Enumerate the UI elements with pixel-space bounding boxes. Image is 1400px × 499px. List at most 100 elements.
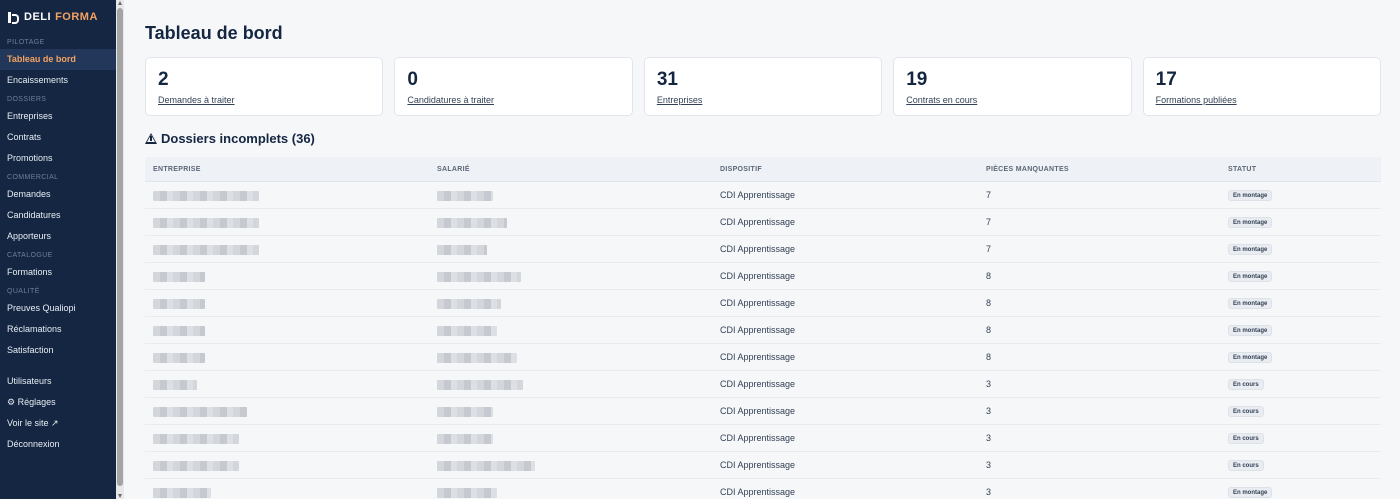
sidebar-item-demandes[interactable]: Demandes bbox=[0, 184, 116, 205]
cell-statut: En montage bbox=[1220, 344, 1381, 370]
incomplete-files-heading: Dossiers incomplets (36) bbox=[145, 131, 315, 146]
table-row[interactable]: CDI Apprentissage 7 En montage bbox=[145, 209, 1381, 236]
cell-entreprise bbox=[145, 236, 429, 262]
cell-pieces-manquantes: 3 bbox=[986, 487, 992, 497]
table-row[interactable]: CDI Apprentissage 3 En montage bbox=[145, 479, 1381, 499]
cell-entreprise bbox=[145, 452, 429, 478]
redacted-entreprise bbox=[153, 191, 259, 201]
sidebar-item-deconnexion[interactable]: Déconnexion bbox=[0, 434, 116, 455]
table-row[interactable]: CDI Apprentissage 3 En cours bbox=[145, 398, 1381, 425]
cell-dispositif: CDI Apprentissage bbox=[720, 433, 796, 443]
cell-pieces-manquantes: 3 bbox=[986, 406, 992, 416]
stat-card-demandes: 2 Demandes à traiter bbox=[145, 57, 384, 116]
scroll-down-arrow-icon[interactable] bbox=[118, 494, 122, 498]
cell-pieces-manquantes: 7 bbox=[986, 244, 992, 254]
redacted-salarie bbox=[437, 272, 521, 282]
stat-card-candidatures: 0 Candidatures à traiter bbox=[394, 57, 633, 116]
sidebar-item-reclamations[interactable]: Réclamations bbox=[0, 319, 116, 340]
scroll-up-arrow-icon[interactable] bbox=[118, 1, 122, 5]
cell-dispositif: CDI Apprentissage bbox=[720, 298, 796, 308]
sidebar: DELI FORMA PILOTAGE Tableau de bord Enca… bbox=[0, 0, 116, 499]
sidebar-item-promotions[interactable]: Promotions bbox=[0, 148, 116, 169]
status-badge: En montage bbox=[1228, 298, 1273, 310]
table-row[interactable]: CDI Apprentissage 8 En montage bbox=[145, 317, 1381, 344]
sidebar-scrollbar[interactable] bbox=[116, 0, 124, 499]
cell-salarie bbox=[429, 209, 712, 235]
col-header-entreprise: ENTREPRISE bbox=[153, 166, 201, 173]
scrollbar-thumb[interactable] bbox=[117, 8, 123, 486]
stat-link-demandes[interactable]: Demandes à traiter bbox=[158, 95, 235, 105]
incomplete-files-title: Dossiers incomplets (36) bbox=[161, 131, 315, 146]
cell-statut: En montage bbox=[1220, 182, 1381, 208]
cell-entreprise bbox=[145, 479, 429, 499]
stat-value: 2 bbox=[158, 69, 169, 90]
redacted-salarie bbox=[437, 299, 501, 309]
section-pilotage: PILOTAGE bbox=[7, 39, 45, 46]
sidebar-item-tableau-de-bord[interactable]: Tableau de bord bbox=[0, 49, 116, 70]
cell-salarie bbox=[429, 479, 712, 499]
table-row[interactable]: CDI Apprentissage 8 En montage bbox=[145, 290, 1381, 317]
cell-entreprise bbox=[145, 344, 429, 370]
redacted-entreprise bbox=[153, 218, 259, 228]
table-row[interactable]: CDI Apprentissage 8 En montage bbox=[145, 263, 1381, 290]
table-body: CDI Apprentissage 7 En montage CDI Apprenti… bbox=[145, 182, 1381, 499]
cell-salarie bbox=[429, 236, 712, 262]
table-row[interactable]: CDI Apprentissage 7 En montage bbox=[145, 236, 1381, 263]
table-row[interactable]: CDI Apprentissage 3 En cours bbox=[145, 452, 1381, 479]
section-qualite: QUALITÉ bbox=[7, 288, 40, 295]
redacted-entreprise bbox=[153, 245, 259, 255]
stat-value: 19 bbox=[906, 69, 928, 90]
table-row[interactable]: CDI Apprentissage 3 En cours bbox=[145, 425, 1381, 452]
section-commercial: COMMERCIAL bbox=[7, 174, 59, 181]
status-badge: En cours bbox=[1228, 433, 1264, 445]
stat-value: 31 bbox=[656, 69, 678, 90]
stat-link-candidatures[interactable]: Candidatures à traiter bbox=[407, 95, 494, 105]
table-row[interactable]: CDI Apprentissage 3 En cours bbox=[145, 371, 1381, 398]
sidebar-item-candidatures[interactable]: Candidatures bbox=[0, 205, 116, 226]
cell-salarie bbox=[429, 452, 712, 478]
status-badge: En montage bbox=[1228, 244, 1273, 256]
redacted-salarie bbox=[437, 191, 493, 201]
status-badge: En cours bbox=[1228, 406, 1264, 418]
cell-entreprise bbox=[145, 398, 429, 424]
sidebar-item-entreprises[interactable]: Entreprises bbox=[0, 106, 116, 127]
redacted-entreprise bbox=[153, 299, 205, 309]
cell-salarie bbox=[429, 290, 712, 316]
brand-logo[interactable]: DELI FORMA bbox=[0, 0, 116, 34]
sidebar-item-voir-le-site[interactable]: Voir le site ↗ bbox=[0, 413, 116, 434]
table-row[interactable]: CDI Apprentissage 7 En montage bbox=[145, 182, 1381, 209]
sidebar-item-utilisateurs[interactable]: Utilisateurs bbox=[0, 371, 116, 392]
sidebar-item-reglages[interactable]: ⚙ Réglages bbox=[0, 392, 116, 413]
cell-dispositif: CDI Apprentissage bbox=[720, 379, 796, 389]
table-header: ENTREPRISE SALARIÉ DISPOSITIF PIÈCES MAN… bbox=[145, 157, 1381, 182]
sidebar-item-apporteurs[interactable]: Apporteurs bbox=[0, 226, 116, 247]
cell-statut: En montage bbox=[1220, 209, 1381, 235]
redacted-entreprise bbox=[153, 380, 197, 390]
cell-entreprise bbox=[145, 182, 429, 208]
cell-pieces-manquantes: 3 bbox=[986, 433, 992, 443]
sidebar-item-encaissements[interactable]: Encaissements bbox=[0, 70, 116, 91]
cell-entreprise bbox=[145, 290, 429, 316]
sidebar-item-satisfaction[interactable]: Satisfaction bbox=[0, 340, 116, 361]
cell-entreprise bbox=[145, 209, 429, 235]
status-badge: En cours bbox=[1228, 460, 1264, 472]
stat-link-contrats[interactable]: Contrats en cours bbox=[906, 95, 977, 105]
stat-link-entreprises[interactable]: Entreprises bbox=[657, 95, 703, 105]
cell-pieces-manquantes: 8 bbox=[986, 352, 992, 362]
section-dossiers: DOSSIERS bbox=[7, 96, 47, 103]
cell-pieces-manquantes: 3 bbox=[986, 379, 992, 389]
cell-salarie bbox=[429, 263, 712, 289]
status-badge: En montage bbox=[1228, 325, 1273, 337]
sidebar-item-contrats[interactable]: Contrats bbox=[0, 127, 116, 148]
sidebar-item-preuves-qualiopi[interactable]: Preuves Qualiopi bbox=[0, 298, 116, 319]
table-row[interactable]: CDI Apprentissage 8 En montage bbox=[145, 344, 1381, 371]
cell-dispositif: CDI Apprentissage bbox=[720, 325, 796, 335]
cell-statut: En cours bbox=[1220, 398, 1381, 424]
cell-dispositif: CDI Apprentissage bbox=[720, 190, 796, 200]
brand-name-part2: FORMA bbox=[55, 11, 98, 23]
status-badge: En montage bbox=[1228, 487, 1273, 499]
cell-salarie bbox=[429, 371, 712, 397]
sidebar-item-formations[interactable]: Formations bbox=[0, 262, 116, 283]
stat-link-formations[interactable]: Formations publiées bbox=[1156, 95, 1237, 105]
